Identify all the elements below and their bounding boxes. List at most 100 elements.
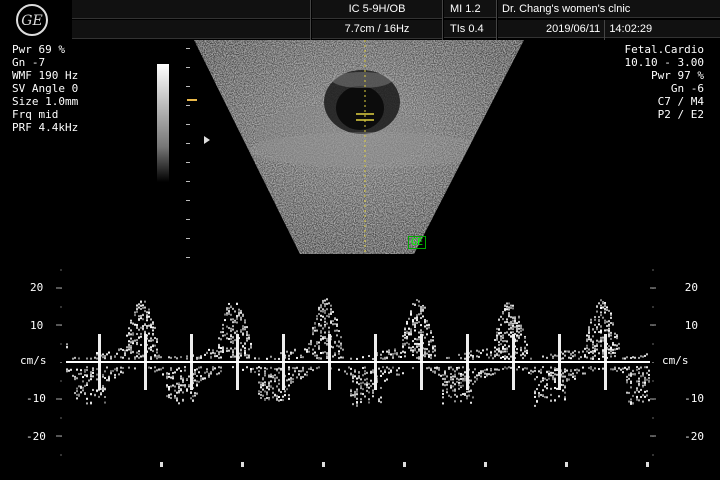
spectral-pixel bbox=[546, 378, 548, 381]
spectral-pixel bbox=[148, 332, 150, 335]
spectral-pixel bbox=[328, 302, 330, 305]
spectral-pixel bbox=[280, 367, 282, 370]
spectral-pixel bbox=[512, 324, 514, 327]
spectral-pixel bbox=[320, 314, 322, 317]
spectral-pixel bbox=[196, 384, 198, 387]
spectral-pixel bbox=[214, 352, 216, 355]
spectral-pixel bbox=[290, 351, 292, 354]
spectral-pixel bbox=[140, 343, 142, 346]
spectral-pixel bbox=[524, 340, 526, 343]
spectral-pixel bbox=[450, 373, 452, 376]
spectral-pixel bbox=[540, 368, 542, 371]
spectral-pixel bbox=[542, 377, 544, 380]
spectral-pixel bbox=[642, 385, 644, 388]
spectral-pixel bbox=[426, 327, 428, 330]
spectral-pixel bbox=[372, 391, 374, 394]
spectral-pixel bbox=[610, 314, 612, 317]
spectral-pixel bbox=[548, 377, 550, 380]
spectral-pixel bbox=[464, 357, 466, 360]
spectral-pixel bbox=[408, 317, 410, 320]
spectral-pixel bbox=[594, 350, 596, 353]
spectral-pixel bbox=[522, 328, 524, 331]
spectral-pixel bbox=[504, 344, 506, 347]
spectral-pixel bbox=[462, 377, 464, 380]
spectral-pixel bbox=[298, 373, 300, 376]
spectral-pixel bbox=[490, 351, 492, 354]
spectral-pixel bbox=[386, 350, 388, 353]
spectral-pixel bbox=[266, 393, 268, 396]
spectral-pixel bbox=[396, 352, 398, 355]
spectral-pixel bbox=[602, 306, 604, 309]
spectral-pixel bbox=[458, 384, 460, 387]
spectral-pixel bbox=[608, 345, 610, 348]
spectral-pixel bbox=[368, 382, 370, 385]
spectral-pixel bbox=[538, 391, 540, 394]
spectral-pixel bbox=[230, 338, 232, 341]
velocity-minor-tick bbox=[652, 399, 654, 400]
spectral-pixel bbox=[152, 321, 154, 324]
spectral-pixel bbox=[110, 357, 112, 360]
spectral-pixel bbox=[156, 357, 158, 360]
doppler-spectrum[interactable] bbox=[0, 262, 720, 480]
spectral-pixel bbox=[338, 352, 340, 355]
spectral-pixel bbox=[510, 304, 512, 307]
spectral-pixel bbox=[520, 327, 522, 330]
spectral-pixel bbox=[412, 367, 414, 370]
spectral-pixel bbox=[460, 357, 462, 360]
spectral-pixel bbox=[312, 348, 314, 351]
spectral-pixel bbox=[230, 355, 232, 358]
spectral-pixel bbox=[224, 319, 226, 322]
spectral-pixel bbox=[334, 323, 336, 326]
spectral-pixel bbox=[336, 329, 338, 332]
spectral-pixel bbox=[444, 377, 446, 380]
spectral-pixel bbox=[308, 343, 310, 346]
spectral-pixel bbox=[526, 352, 528, 355]
spectral-pixel bbox=[510, 331, 512, 334]
spectral-pixel bbox=[102, 390, 104, 393]
spectral-pixel bbox=[352, 403, 354, 406]
spectral-pixel bbox=[396, 369, 398, 372]
spectral-pixel bbox=[166, 395, 168, 398]
spectral-pixel bbox=[274, 394, 276, 397]
spectral-pixel bbox=[454, 388, 456, 391]
spectral-pixel bbox=[322, 336, 324, 339]
spectral-pixel bbox=[152, 329, 154, 332]
spectral-pixel bbox=[264, 381, 266, 384]
spectral-pixel bbox=[300, 355, 302, 358]
spectral-pixel bbox=[572, 355, 574, 358]
spectral-pixel bbox=[358, 371, 360, 374]
spectral-pixel bbox=[356, 388, 358, 391]
spectral-pixel bbox=[132, 333, 134, 336]
spectral-pixel bbox=[572, 351, 574, 354]
spectral-pixel bbox=[568, 378, 570, 381]
spectral-pixel bbox=[246, 334, 248, 337]
spectral-pixel bbox=[332, 323, 334, 326]
header-blank-top bbox=[72, 0, 310, 19]
spectral-pixel bbox=[636, 398, 638, 401]
spectral-pixel bbox=[172, 384, 174, 387]
spectral-pixel bbox=[366, 383, 368, 386]
spectral-pixel bbox=[296, 356, 298, 359]
spectral-pixel bbox=[128, 332, 130, 335]
spectral-pixel bbox=[336, 344, 338, 347]
spectral-pixel bbox=[166, 375, 168, 378]
spectral-pixel bbox=[194, 371, 196, 374]
spectral-pixel bbox=[324, 305, 326, 308]
spectral-pixel bbox=[562, 389, 564, 392]
spectral-pixel bbox=[154, 366, 156, 369]
spectral-pixel bbox=[356, 393, 358, 396]
spectral-pixel bbox=[452, 389, 454, 392]
spectral-pixel bbox=[328, 326, 330, 329]
spectral-pixel bbox=[288, 354, 290, 357]
spectral-pixel bbox=[230, 327, 232, 330]
spectral-pixel bbox=[166, 384, 168, 387]
spectral-pixel bbox=[632, 402, 634, 405]
spectral-pixel bbox=[314, 329, 316, 332]
spectral-pixel bbox=[404, 331, 406, 334]
bmode-sector-image[interactable] bbox=[190, 40, 530, 260]
spectral-pixel bbox=[556, 373, 558, 376]
spectral-pixel bbox=[118, 349, 120, 352]
spectral-pixel bbox=[510, 316, 512, 319]
spectral-pixel bbox=[486, 368, 488, 371]
spectral-pixel bbox=[288, 397, 290, 400]
